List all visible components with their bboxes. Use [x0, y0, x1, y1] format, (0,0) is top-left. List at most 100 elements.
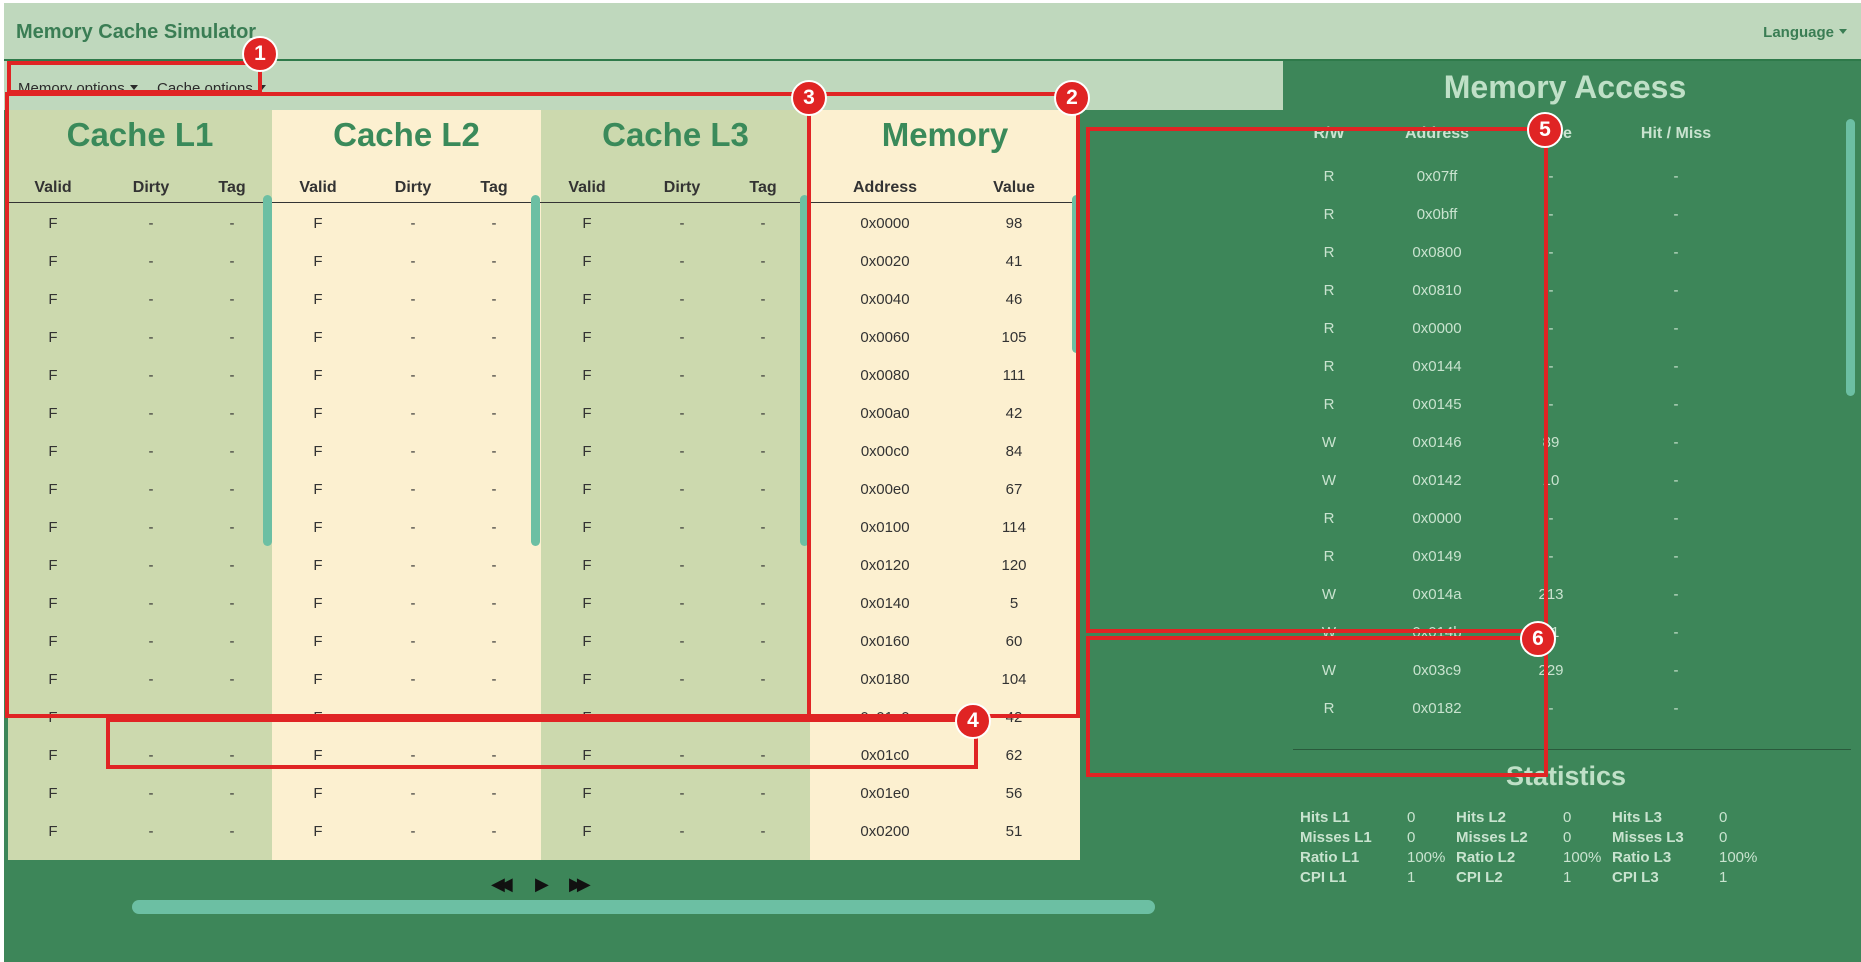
address-cell: 0x0000 [1412, 320, 1462, 337]
dirty-cell: - [410, 329, 416, 346]
address-cell: 0x0040 [860, 291, 910, 308]
table-row: F-- [8, 470, 272, 508]
table-row: F-- [272, 546, 541, 584]
table-row: F-- [541, 546, 810, 584]
table-row: F-- [272, 508, 541, 546]
memory-title: Memory [881, 116, 1009, 153]
address-cell: 0x0120 [860, 557, 910, 574]
rw-cell: W [1321, 662, 1337, 679]
memory-access-rows: R 0x07ff - - R 0x0bff - - R 0x0800 - - R 0x0810 - - R 0x0… [1283, 157, 1847, 727]
stat-ratio-l1-value: 100% [1407, 849, 1446, 866]
memory-options-dropdown[interactable]: Memory options [18, 80, 138, 97]
table-row: F-- [8, 622, 272, 660]
valid-cell: F [582, 253, 592, 270]
value-cell: 42 [1005, 405, 1023, 422]
tag-cell: - [491, 671, 497, 688]
valid-cell: F [582, 785, 592, 802]
valid-cell: F [582, 519, 592, 536]
cache-l2-table: Cache L2 Valid Dirty Tag F - - F - - F - - F - - F - -… [272, 110, 541, 860]
tag-cell: - [760, 671, 766, 688]
valid-cell: F [313, 291, 323, 308]
table-row: F-- [272, 204, 541, 242]
address-cell: 0x0000 [860, 215, 910, 232]
app-title[interactable]: Memory Cache Simulator [16, 21, 256, 44]
dirty-cell: - [410, 747, 416, 764]
valid-cell: F [48, 519, 58, 536]
dirty-cell: - [148, 709, 154, 726]
valid-cell: F [48, 633, 58, 650]
memory-access-scrollbar[interactable] [1846, 119, 1855, 396]
valid-cell: F [48, 747, 58, 764]
stat-hits-l1-value: 0 [1407, 809, 1416, 826]
table-row: F-- [541, 356, 810, 394]
value-cell: - [1548, 396, 1554, 413]
address-cell: 0x0182 [1412, 700, 1462, 717]
value-cell: 213 [1538, 586, 1564, 603]
table-row: F-- [8, 698, 272, 736]
play-button[interactable]: ▶ [535, 874, 549, 895]
rw-cell: R [1323, 510, 1335, 527]
tag-cell: - [491, 405, 497, 422]
tag-cell: - [229, 823, 235, 840]
tag-cell: - [760, 785, 766, 802]
dirty-cell: - [148, 405, 154, 422]
cache-options-dropdown[interactable]: Cache options [157, 80, 266, 97]
value-cell: 67 [1005, 481, 1023, 498]
value-cell: 41 [1005, 253, 1023, 270]
memory-scrollbar[interactable] [1072, 195, 1080, 353]
table-row: R 0x0800 - - [1283, 233, 1847, 271]
rw-cell: R [1323, 358, 1335, 375]
hit-miss-cell: - [1673, 662, 1679, 679]
table-row: F-- [8, 508, 272, 546]
tag-cell: - [760, 291, 766, 308]
valid-cell: F [582, 595, 592, 612]
table-row: F-- [272, 318, 541, 356]
cache-l3-scrollbar[interactable] [800, 195, 809, 546]
progress-slider[interactable] [132, 900, 1155, 914]
table-row: F-- [541, 432, 810, 470]
table-row: 0x0060 105 [810, 318, 1080, 356]
divider [1293, 749, 1851, 750]
table-row: R 0x07ff - - [1283, 157, 1847, 195]
valid-cell: F [313, 671, 323, 688]
tag-cell: - [760, 215, 766, 232]
address-cell: 0x0200 [860, 823, 910, 840]
simulator-panel: Memory options Cache options Cache L1 Va… [4, 61, 1283, 962]
language-dropdown[interactable]: Language [1763, 24, 1847, 41]
table-row: 0x0080 111 [810, 356, 1080, 394]
dirty-cell: - [410, 481, 416, 498]
table-row: F-- [272, 698, 541, 736]
tag-cell: - [760, 443, 766, 460]
tag-cell: - [760, 481, 766, 498]
valid-cell: F [313, 443, 323, 460]
table-row: 0x0100 114 [810, 508, 1080, 546]
dirty-cell: - [679, 709, 685, 726]
cache-l1-scrollbar[interactable] [263, 195, 272, 546]
value-cell: 120 [1001, 557, 1027, 574]
cache-l3-table: Cache L3 Valid Dirty Tag F - - F - - F - - F - - F - -… [541, 110, 810, 860]
table-row: 0x00c0 84 [810, 432, 1080, 470]
fast-forward-button[interactable]: ▶▶ [569, 874, 591, 895]
stat-hits-l2-value: 0 [1563, 809, 1572, 826]
stat-misses-l2-value: 0 [1563, 829, 1572, 846]
table-row: F-- [272, 394, 541, 432]
hit-miss-cell: - [1673, 548, 1679, 565]
valid-cell: F [582, 747, 592, 764]
rw-cell: R [1323, 700, 1335, 717]
table-row: 0x0200 51 [810, 812, 1080, 850]
valid-cell: F [313, 367, 323, 384]
value-cell: 46 [1005, 291, 1023, 308]
tag-cell: - [760, 367, 766, 384]
table-row: 0x00a0 42 [810, 394, 1080, 432]
dirty-cell: - [679, 443, 685, 460]
dirty-cell: - [410, 253, 416, 270]
address-cell: 0x0000 [1412, 510, 1462, 527]
valid-cell: F [582, 671, 592, 688]
tag-cell: - [491, 709, 497, 726]
valid-cell: F [48, 329, 58, 346]
rewind-button[interactable]: ◀◀ [491, 874, 513, 895]
cache-l2-scrollbar[interactable] [531, 195, 540, 546]
valid-cell: F [313, 747, 323, 764]
tag-cell: - [760, 633, 766, 650]
table-row: F-- [541, 394, 810, 432]
